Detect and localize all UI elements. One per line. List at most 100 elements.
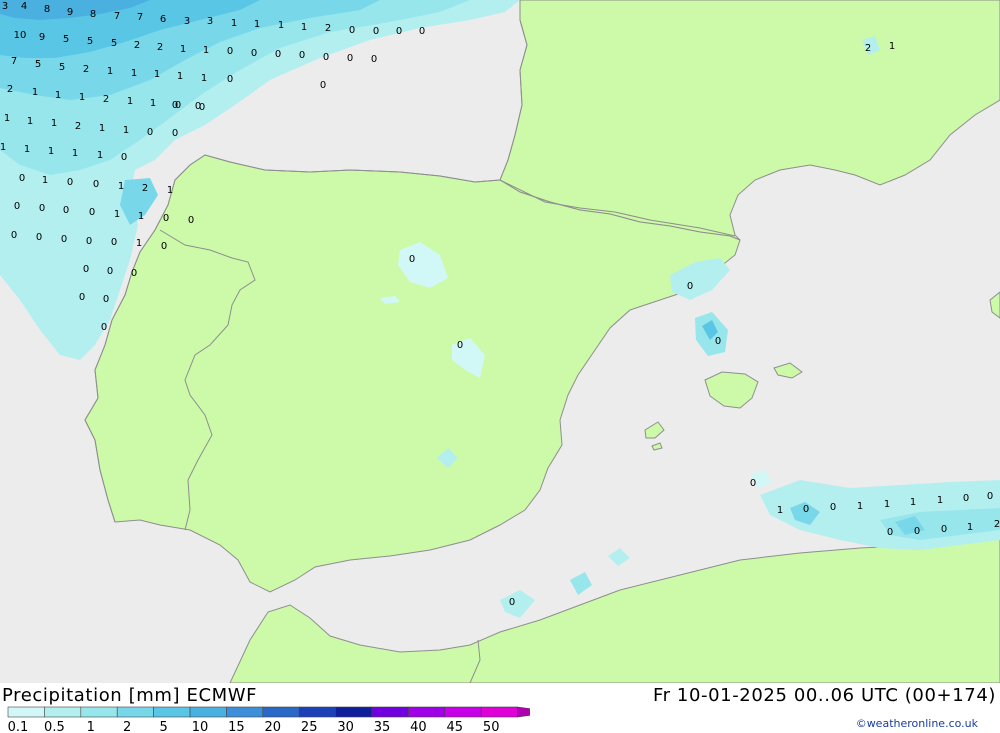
precip-value-label: 1 xyxy=(180,44,186,55)
precip-value-label: 1 xyxy=(967,522,973,533)
precip-value-label: 0 xyxy=(887,527,893,538)
precip-value-label: 0 xyxy=(803,504,809,515)
precip-value-label: 1 xyxy=(910,497,916,508)
credit-link[interactable]: ©weatheronline.co.uk xyxy=(856,717,978,730)
precip-value-label: 1 xyxy=(889,41,895,52)
legend-swatch xyxy=(80,706,118,718)
legend-swatch xyxy=(7,706,45,718)
precip-value-label: 1 xyxy=(118,181,124,192)
precip-value-label: 0 xyxy=(251,48,257,59)
precip-value-label: 0 xyxy=(101,322,107,333)
precip-value-label: 0 xyxy=(941,524,947,535)
precip-value-label: 2 xyxy=(83,64,89,75)
precip-value-label: 0 xyxy=(121,152,127,163)
precip-value-label: 1 xyxy=(72,148,78,159)
precip-value-label: 0 xyxy=(396,26,402,37)
precip-value-label: 9 xyxy=(67,7,73,18)
precip-value-label: 0 xyxy=(163,213,169,224)
precip-value-label: 2 xyxy=(325,23,331,34)
precip-value-label: 1 xyxy=(857,501,863,512)
precip-value-label: 1 xyxy=(79,92,85,103)
precip-value-label: 1 xyxy=(24,144,30,155)
legend-label: 25 xyxy=(301,720,318,733)
legend-swatch xyxy=(371,706,409,718)
precip-value-label: 2 xyxy=(994,519,1000,530)
precip-value-label: 0 xyxy=(830,502,836,513)
precip-value-label: 0 xyxy=(320,80,326,91)
precip-value-label: 1 xyxy=(99,123,105,134)
forecast-time: Fr 10-01-2025 00..06 UTC (00+174) xyxy=(652,685,996,706)
precip-value-label: 1 xyxy=(114,209,120,220)
precip-value-label: 1 xyxy=(97,150,103,161)
precip-value-label: 0 xyxy=(419,26,425,37)
precip-value-label: 0 xyxy=(39,203,45,214)
precip-value-label: 5 xyxy=(35,59,41,70)
precip-value-label: 1 xyxy=(777,505,783,516)
map-title: Precipitation [mm] ECMWF xyxy=(2,685,258,706)
precip-value-label: 0 xyxy=(914,526,920,537)
precip-value-label: 0 xyxy=(963,493,969,504)
precip-value-label: 1 xyxy=(203,45,209,56)
precip-value-label: 0 xyxy=(93,179,99,190)
legend-label: 10 xyxy=(192,720,209,733)
precip-value-label: 1 xyxy=(884,499,890,510)
precip-value-label: 1 xyxy=(177,71,183,82)
precip-value-label: 5 xyxy=(87,36,93,47)
precip-value-label: 1 xyxy=(48,146,54,157)
precip-value-label: 1 xyxy=(4,113,10,124)
precip-value-label: 3 xyxy=(184,16,190,27)
legend-swatch-arrow xyxy=(517,706,530,718)
precip-value-label: 0 xyxy=(347,53,353,64)
precip-value-label: 0 xyxy=(103,294,109,305)
precip-value-label: 1 xyxy=(201,73,207,84)
precip-value-label: 2 xyxy=(157,42,163,53)
legend-swatch xyxy=(408,706,446,718)
precip-value-label: 0 xyxy=(371,54,377,65)
precipitation-map: 3 4 8 9 8 7 7 6 3 3 1 1 1 1 2 0 0 0 010 9 5 5 5 2 2 1 1 0 0 0 0 0 0 007 5 5… xyxy=(0,0,1000,683)
legend-swatch xyxy=(189,706,227,718)
precip-value-label: 0 xyxy=(227,46,233,57)
legend-swatch xyxy=(44,706,82,718)
legend-label: 50 xyxy=(483,720,500,733)
precip-value-label: 7 xyxy=(137,12,143,23)
precip-value-label: 0 xyxy=(715,336,721,347)
precip-value-label: 0 xyxy=(195,101,201,112)
precip-value-label: 0 xyxy=(750,478,756,489)
precip-value-label: 0 xyxy=(987,491,993,502)
legend-swatch xyxy=(444,706,482,718)
precip-value-label: 2 xyxy=(103,94,109,105)
precip-value-label: 0 xyxy=(172,100,178,111)
precip-value-label: 10 xyxy=(14,30,27,41)
legend-label: 15 xyxy=(228,720,245,733)
precip-value-label: 0 xyxy=(83,264,89,275)
legend-swatch xyxy=(335,706,373,718)
precip-value-label: 1 xyxy=(42,175,48,186)
legend-labels: 0.1 0.5 1 2 5 10 15 20 25 30 35 40 45 50 xyxy=(8,720,500,733)
precip-value-label: 6 xyxy=(160,14,166,25)
precip-value-label: 1 xyxy=(231,18,237,29)
precip-value-label: 1 xyxy=(138,211,144,222)
precip-value-label: 3 xyxy=(2,1,8,12)
precip-value-label: 0 xyxy=(299,50,305,61)
precip-value-label: 0 xyxy=(89,207,95,218)
legend-swatch xyxy=(480,706,518,718)
precip-value-label: 1 xyxy=(154,69,160,80)
precip-value-label: 2 xyxy=(7,84,13,95)
precip-value-label: 9 xyxy=(39,32,45,43)
legend-label: 40 xyxy=(410,720,427,733)
precip-value-label: 0 xyxy=(11,230,17,241)
legend-swatch xyxy=(116,706,154,718)
precip-value-label: 0 xyxy=(14,201,20,212)
precip-value-label: 0 xyxy=(373,26,379,37)
precip-value-label: 0 xyxy=(63,205,69,216)
precip-value-label: 0 xyxy=(36,232,42,243)
precip-value-label: 0 xyxy=(79,292,85,303)
precip-value-label: 7 xyxy=(11,56,17,67)
legend-label: 2 xyxy=(123,720,131,733)
precip-value-label: 1 xyxy=(254,19,260,30)
legend-label: 0.1 xyxy=(8,720,29,733)
precip-value-label: 4 xyxy=(21,1,27,12)
precip-value-label: 1 xyxy=(55,90,61,101)
legend-label: 5 xyxy=(159,720,167,733)
precip-value-label: 1 xyxy=(167,185,173,196)
